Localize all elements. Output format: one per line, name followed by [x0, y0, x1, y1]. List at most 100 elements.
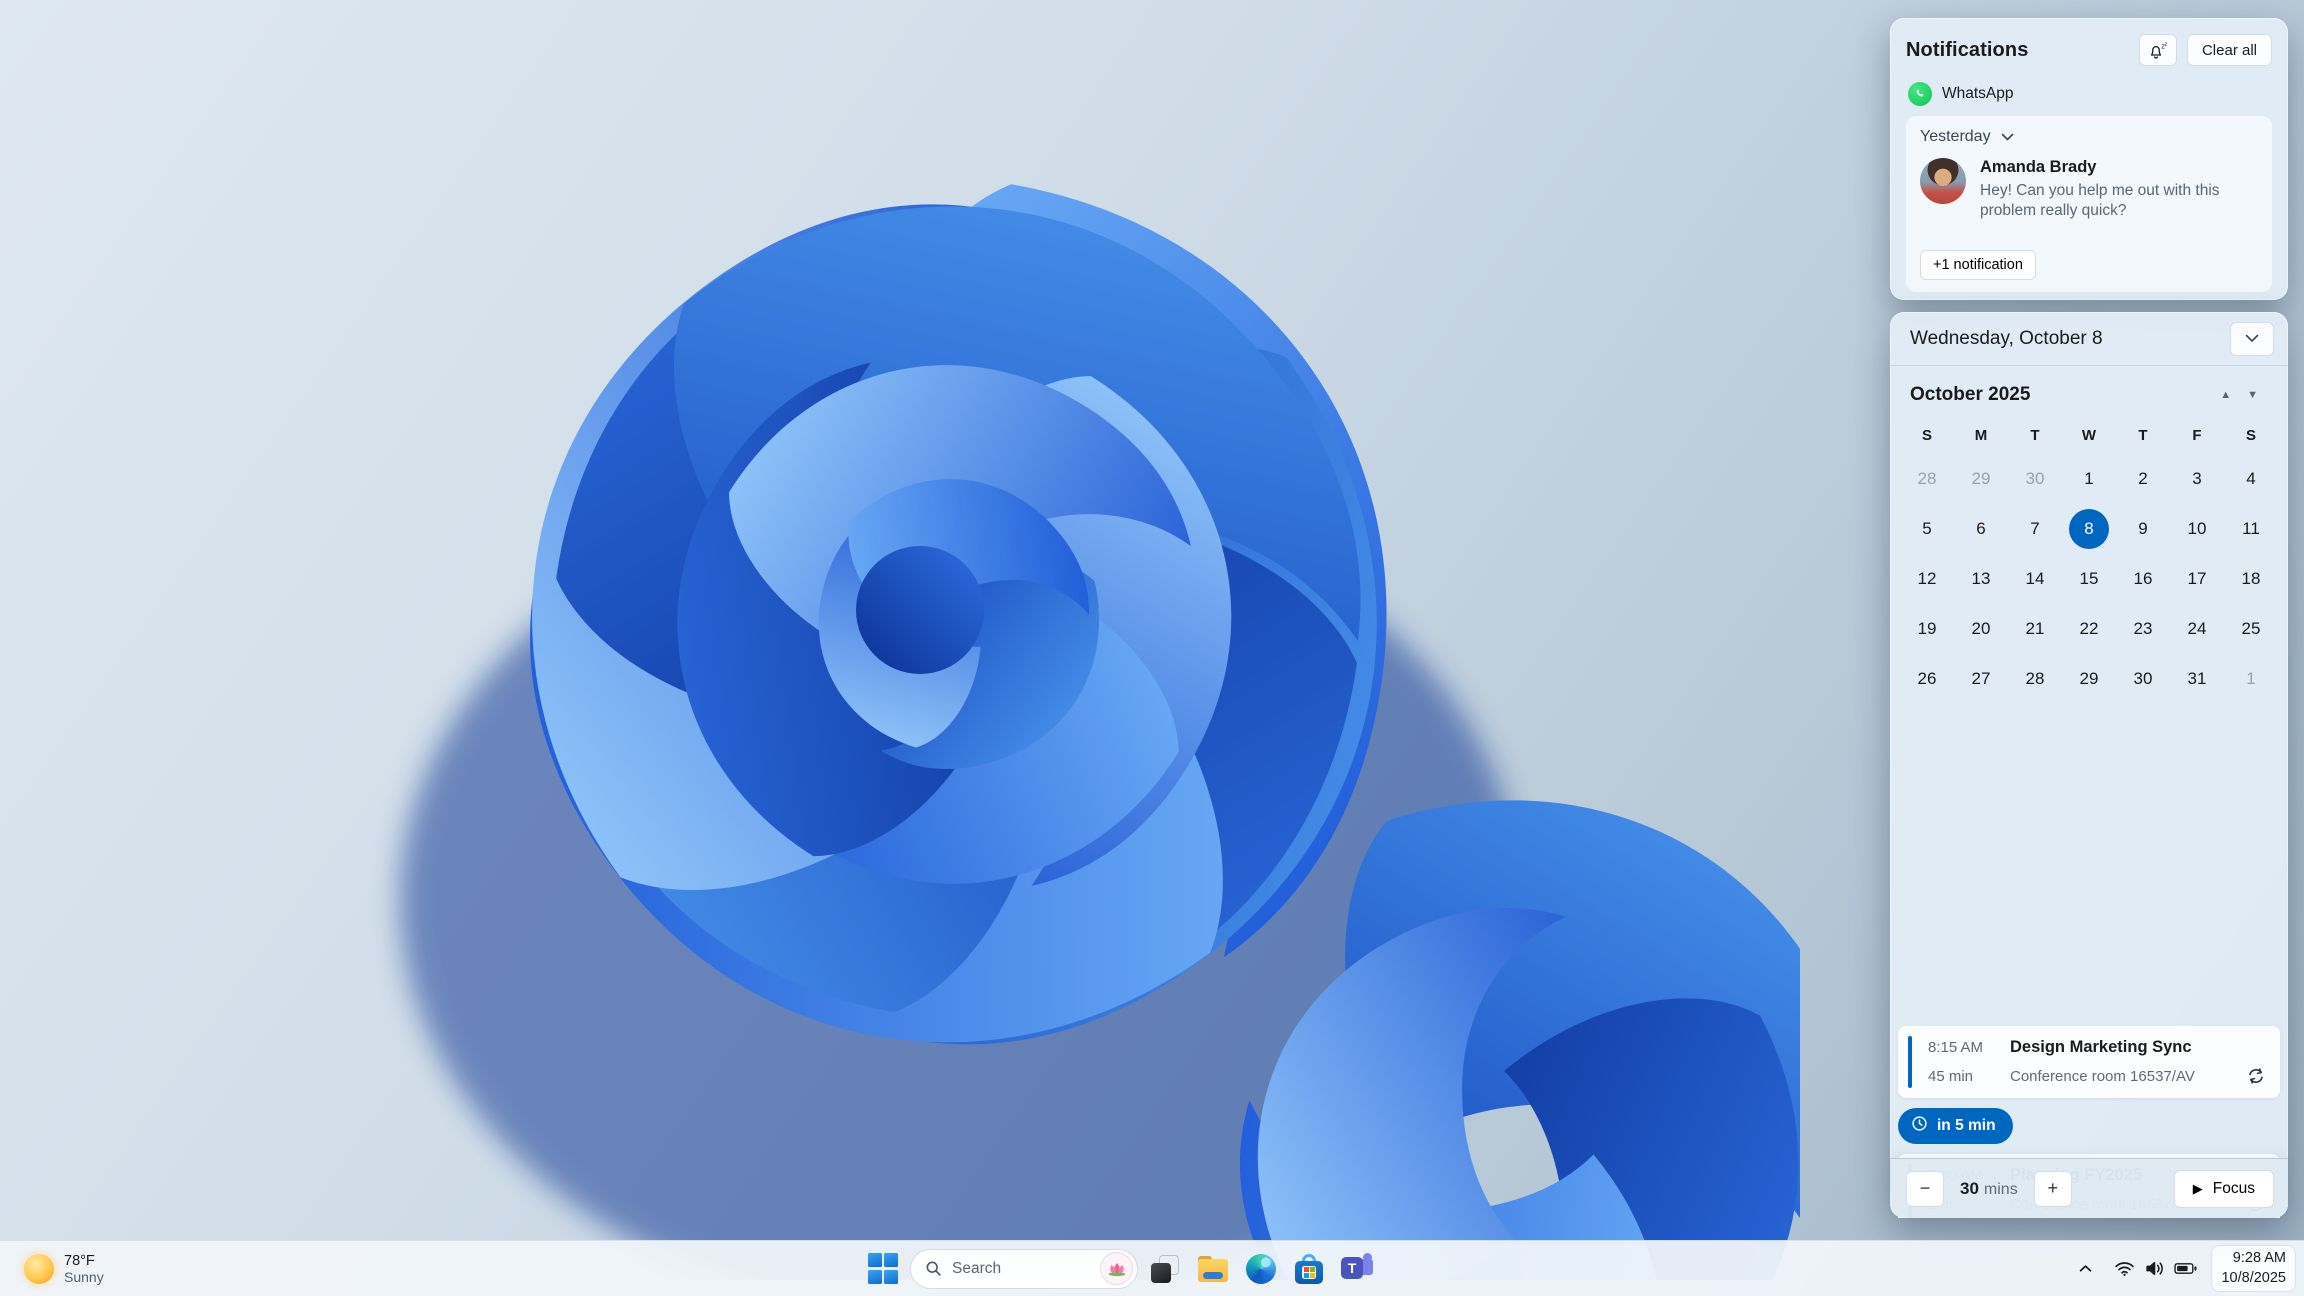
teams-button[interactable]: T [1336, 1247, 1378, 1291]
file-explorer-icon [1198, 1255, 1228, 1282]
show-hidden-icons-button[interactable] [2070, 1249, 2100, 1289]
start-button[interactable] [862, 1247, 904, 1291]
day-of-week-label: W [2081, 427, 2097, 444]
clear-all-button[interactable]: Clear all [2186, 34, 2272, 66]
calendar-day[interactable]: 20 [1954, 604, 2008, 654]
notifications-title: Notifications [1906, 38, 2029, 61]
calendar-day[interactable]: 14 [2008, 554, 2062, 604]
calendar-day[interactable]: 2 [2116, 454, 2170, 504]
quick-settings-button[interactable] [2104, 1249, 2207, 1289]
do-not-disturb-button[interactable]: z z [2138, 34, 2177, 66]
calendar-day[interactable]: 29 [2062, 654, 2116, 704]
calendar-days-grid: 28 29 30 1 2 3 4 5 6 7 8 9 10 11 12 13 14 15 16 17 18 19 20 21 2… [1890, 454, 2288, 704]
calendar-day[interactable]: 10 [2170, 504, 2224, 554]
battery-icon [2174, 1263, 2197, 1274]
microsoft-store-icon [1294, 1253, 1324, 1284]
notification-section-label: Yesterday [1920, 128, 1991, 145]
lotus-icon [1108, 1262, 1125, 1276]
calendar-day[interactable]: 24 [2170, 604, 2224, 654]
weather-temperature: 78°F [64, 1252, 95, 1269]
search-daily-image[interactable] [1100, 1252, 1133, 1285]
sun-icon [24, 1253, 54, 1284]
calendar-day[interactable]: 15 [2062, 554, 2116, 604]
calendar-day[interactable]: 29 [1954, 454, 2008, 504]
calendar-day-selected[interactable]: 8 [2062, 504, 2116, 554]
calendar-day[interactable]: 23 [2116, 604, 2170, 654]
calendar-day[interactable]: 7 [2008, 504, 2062, 554]
day-of-week-label: S [1921, 427, 1932, 444]
calendar-day[interactable]: 28 [2008, 654, 2062, 704]
calendar-day[interactable]: 12 [1900, 554, 1954, 604]
clock-button[interactable]: 9:28 AM 10/8/2025 [2211, 1244, 2296, 1293]
search-icon [926, 1261, 941, 1276]
bell-zz-icon: z z [2150, 41, 2168, 59]
tray-date: 10/8/2025 [2221, 1269, 2286, 1286]
calendar-day[interactable]: 1 [2062, 454, 2116, 504]
notification-sender: Amanda Brady [1980, 158, 2097, 176]
calendar-day[interactable]: 26 [1900, 654, 1954, 704]
calendar-day[interactable]: 9 [2116, 504, 2170, 554]
month-next-button[interactable]: ▼ [2239, 385, 2266, 405]
calendar-day[interactable]: 30 [2008, 454, 2062, 504]
microsoft-store-button[interactable] [1288, 1247, 1330, 1291]
calendar-day[interactable]: 19 [1900, 604, 1954, 654]
notification-group-header[interactable]: WhatsApp [1908, 82, 2270, 106]
event-title: Design Marketing Sync [2010, 1038, 2192, 1056]
notification-card[interactable]: Yesterday Amanda Brady Hey! Can you help… [1906, 116, 2272, 292]
chevron-down-icon[interactable] [2001, 133, 2014, 141]
calendar-day[interactable]: 6 [1954, 504, 2008, 554]
calendar-day[interactable]: 11 [2224, 504, 2278, 554]
task-view-button[interactable] [1144, 1247, 1186, 1291]
search-box[interactable]: Search [910, 1248, 1138, 1289]
calendar-day[interactable]: 25 [2224, 604, 2278, 654]
sender-avatar [1920, 158, 1966, 204]
clock-icon [1911, 1115, 1928, 1137]
play-icon: ▶ [2192, 1180, 2203, 1196]
repeat-icon [2246, 1066, 2266, 1086]
wifi-icon [2115, 1262, 2135, 1276]
weather-condition: Sunny [64, 1268, 104, 1285]
day-of-week-header-row: SMTWTFS [1890, 422, 2288, 450]
calendar-collapse-button[interactable] [2230, 321, 2274, 356]
decrease-minutes-button[interactable]: − [1906, 1170, 1944, 1207]
countdown-label: in 5 min [1937, 1117, 1996, 1134]
calendar-day[interactable]: 3 [2170, 454, 2224, 504]
calendar-day[interactable]: 30 [2116, 654, 2170, 704]
more-notifications-button[interactable]: +1 notification [1920, 250, 2036, 280]
focus-session-footer: − 30 mins + ▶ Focus [1890, 1158, 2288, 1218]
calendar-day[interactable]: 13 [1954, 554, 2008, 604]
whatsapp-icon [1908, 82, 1932, 106]
calendar-day[interactable]: 16 [2116, 554, 2170, 604]
calendar-day[interactable]: 31 [2170, 654, 2224, 704]
calendar-day[interactable]: 22 [2062, 604, 2116, 654]
agenda-event-card[interactable]: 8:15 AM Design Marketing Sync 45 min Confer… [1898, 1026, 2280, 1098]
calendar-date-header: Wednesday, October 8 [1890, 312, 2288, 366]
edge-icon [1246, 1253, 1276, 1284]
weather-widget[interactable]: 78°F Sunny [14, 1249, 114, 1289]
calendar-day[interactable]: 27 [1954, 654, 2008, 704]
notification-message: Hey! Can you help me out with this probl… [1980, 182, 2220, 220]
edge-button[interactable] [1240, 1247, 1282, 1291]
calendar-day[interactable]: 4 [2224, 454, 2278, 504]
increase-minutes-button[interactable]: + [2033, 1170, 2072, 1207]
calendar-month-row: October 2025 ▲ ▼ [1890, 366, 2288, 412]
calendar-day[interactable]: 28 [1900, 454, 1954, 504]
calendar-day[interactable]: 5 [1900, 504, 1954, 554]
taskbar: 78°F Sunny Search T 9:28 AM 10/8/2025 [0, 1240, 2304, 1296]
volume-icon [2146, 1261, 2164, 1276]
calendar-day[interactable]: 1 [2224, 654, 2278, 704]
month-previous-button[interactable]: ▲ [2212, 385, 2239, 405]
day-of-week-label: T [2030, 427, 2040, 444]
calendar-day[interactable]: 17 [2170, 554, 2224, 604]
event-time: 8:15 AM [1928, 1039, 1984, 1056]
focus-button[interactable]: ▶ Focus [2173, 1169, 2274, 1208]
tray-time: 9:28 AM [2232, 1249, 2286, 1266]
bloom-artwork [365, 39, 1800, 1280]
calendar-day[interactable]: 18 [2224, 554, 2278, 604]
calendar-date-label: Wednesday, October 8 [1910, 327, 2103, 349]
calendar-month-label: October 2025 [1910, 384, 2031, 405]
calendar-day[interactable]: 21 [2008, 604, 2062, 654]
event-duration: 45 min [1928, 1067, 1974, 1085]
file-explorer-button[interactable] [1192, 1247, 1234, 1291]
focus-duration: 30 mins [1960, 1179, 2018, 1199]
